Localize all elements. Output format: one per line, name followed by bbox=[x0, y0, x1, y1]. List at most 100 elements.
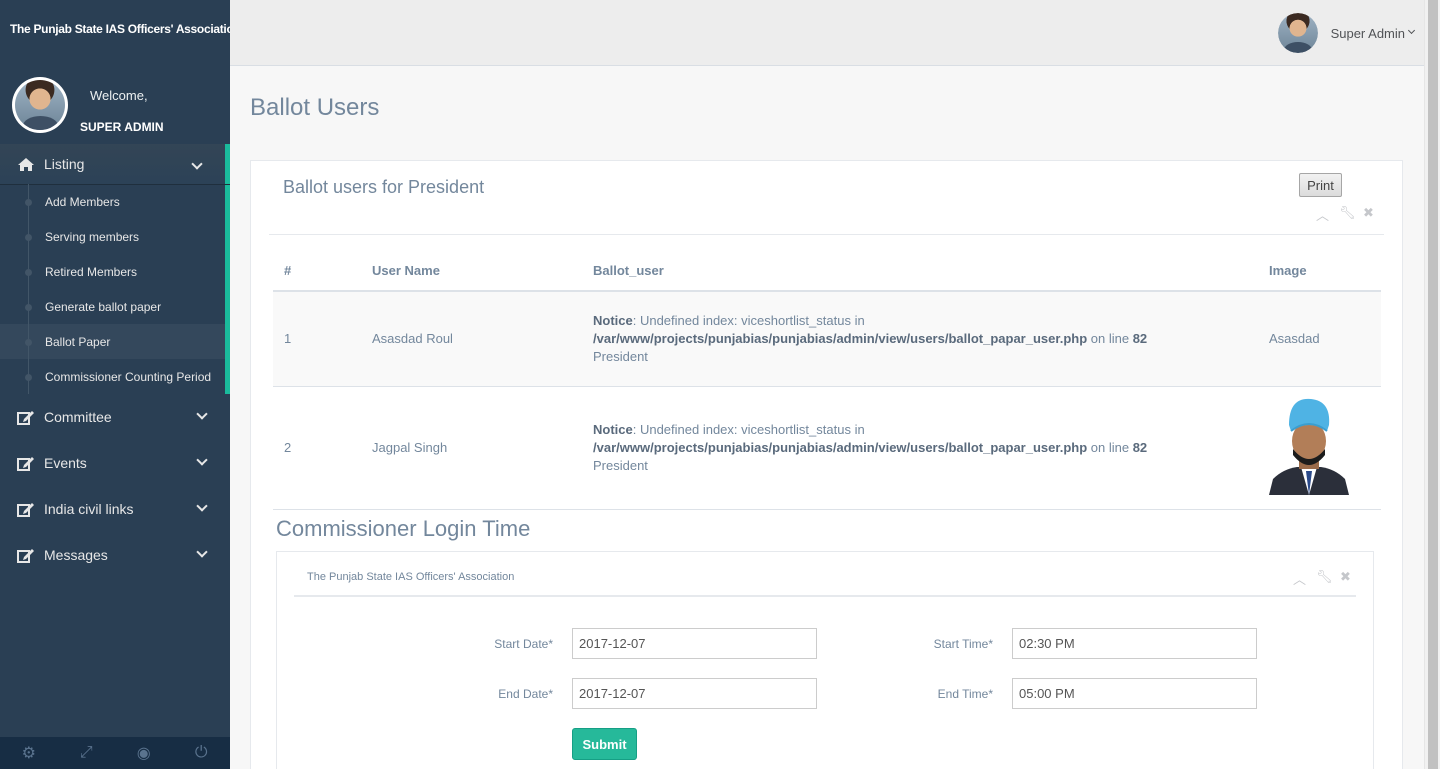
panel-tools: ︿ 🔧︎ ✖ bbox=[1316, 205, 1375, 224]
menu-india-civil-links[interactable]: India civil links bbox=[0, 486, 230, 532]
menu-events[interactable]: Events bbox=[0, 440, 230, 486]
column-header: # bbox=[273, 251, 361, 292]
image-cell: Asasdad bbox=[1258, 291, 1381, 387]
notice-text: : Undefined index: viceshortlist_status … bbox=[632, 421, 865, 437]
settings-icon[interactable]: ⚙ bbox=[0, 737, 58, 769]
panel-tools: ︿ 🔧︎ ✖ bbox=[1293, 569, 1352, 588]
menu-messages[interactable]: Messages bbox=[0, 532, 230, 578]
top-nav: Super Admin bbox=[230, 0, 1424, 66]
menu-listing[interactable]: Listing bbox=[0, 144, 230, 184]
fullscreen-icon[interactable]: ⤢ bbox=[58, 737, 116, 769]
wrench-icon[interactable]: 🔧︎ bbox=[1339, 205, 1356, 224]
admin-name: SUPER ADMIN bbox=[80, 120, 164, 134]
avatar bbox=[1277, 13, 1318, 53]
chevron-down-icon bbox=[1407, 26, 1416, 34]
scrollbar[interactable] bbox=[1424, 0, 1440, 769]
notice-label: Notice bbox=[593, 312, 633, 328]
menu-label: Committee bbox=[44, 409, 112, 425]
end-time-label: End Time* bbox=[937, 687, 993, 701]
chevron-down-icon bbox=[196, 454, 208, 466]
sidebar-footer: ⚙ ⤢ ◉ ⏻ bbox=[0, 737, 230, 769]
sidebar-item-add-members[interactable]: Add Members bbox=[0, 184, 225, 219]
user-name-cell: Asasdad Roul bbox=[361, 291, 582, 387]
sidebar-item-ballot-paper[interactable]: Ballot Paper bbox=[0, 324, 225, 359]
table-row: 1 Asasdad Roul Notice: Undefined index: … bbox=[273, 291, 1381, 387]
role-text: President bbox=[593, 348, 648, 364]
chevron-down-icon bbox=[196, 546, 208, 558]
menu-section-messages: Messages bbox=[0, 532, 230, 578]
sidebar: The Punjab State IAS Officers' Associati… bbox=[0, 0, 230, 769]
menu-label: Events bbox=[44, 455, 87, 471]
row-number: 1 bbox=[273, 291, 361, 387]
chevron-down-icon bbox=[191, 158, 203, 170]
menu-label: Listing bbox=[44, 156, 85, 172]
end-time-input[interactable] bbox=[1012, 678, 1257, 709]
chevron-down-icon bbox=[196, 408, 208, 420]
image-cell bbox=[1258, 386, 1381, 510]
edit-icon bbox=[16, 547, 36, 563]
lock-icon[interactable]: ◉ bbox=[115, 737, 173, 769]
home-icon bbox=[16, 156, 36, 172]
close-icon[interactable]: ✖ bbox=[1339, 569, 1352, 588]
sidebar-item-serving-members[interactable]: Serving members bbox=[0, 219, 225, 254]
edit-icon bbox=[16, 455, 36, 471]
menu-label: India civil links bbox=[44, 501, 134, 517]
print-button[interactable]: Print bbox=[1299, 173, 1342, 197]
collapse-icon[interactable]: ︿ bbox=[1316, 205, 1329, 224]
notice-label: Notice bbox=[593, 421, 633, 437]
user-name-cell: Jagpal Singh bbox=[361, 386, 582, 510]
commissioner-login-time-title: Commissioner Login Time bbox=[276, 516, 531, 541]
divider bbox=[294, 595, 1356, 597]
ballot-users-table: # User Name Ballot_user Image 1 Asasdad … bbox=[273, 251, 1381, 510]
chevron-down-icon bbox=[196, 500, 208, 512]
table-row: 2 Jagpal Singh Notice: Undefined index: … bbox=[273, 386, 1381, 510]
site-title[interactable]: The Punjab State IAS Officers' Associati… bbox=[0, 0, 230, 58]
column-header: Image bbox=[1258, 251, 1381, 292]
scrollbar-thumb[interactable] bbox=[1428, 0, 1438, 769]
notice-path: /var/www/projects/punjabias/punjabias/ad… bbox=[593, 330, 1088, 346]
user-menu[interactable]: Super Admin bbox=[1277, 13, 1416, 53]
menu-section-committee: Committee bbox=[0, 394, 230, 440]
edit-icon bbox=[16, 501, 36, 517]
panel-title: Ballot users for President bbox=[283, 177, 485, 197]
divider bbox=[269, 234, 1384, 235]
close-icon[interactable]: ✖ bbox=[1362, 205, 1375, 224]
sidebar-item-generate-ballot-paper[interactable]: Generate ballot paper bbox=[0, 289, 225, 324]
notice-path: /var/www/projects/punjabias/punjabias/ad… bbox=[593, 439, 1088, 455]
page-title: Ballot Users bbox=[250, 94, 380, 121]
avatar bbox=[12, 77, 68, 133]
notice-on-line: on line bbox=[1087, 439, 1133, 455]
role-text: President bbox=[593, 457, 648, 473]
user-photo bbox=[1269, 398, 1349, 495]
column-header: Ballot_user bbox=[582, 251, 1258, 292]
wrench-icon[interactable]: 🔧︎ bbox=[1316, 569, 1333, 588]
profile: Welcome, SUPER ADMIN bbox=[0, 58, 230, 144]
user-name: Super Admin bbox=[1330, 25, 1405, 41]
commissioner-login-panel: The Punjab State IAS Officers' Associati… bbox=[276, 551, 1374, 769]
power-icon[interactable]: ⏻ bbox=[173, 737, 231, 769]
notice-text: : Undefined index: viceshortlist_status … bbox=[632, 312, 865, 328]
listing-submenu: Add Members Serving members Retired Memb… bbox=[0, 184, 230, 394]
submit-button[interactable]: Submit bbox=[572, 728, 637, 760]
end-date-input[interactable] bbox=[572, 678, 817, 709]
menu-committee[interactable]: Committee bbox=[0, 394, 230, 440]
sidebar-item-commissioner-counting-period[interactable]: Commissioner Counting Period bbox=[0, 359, 225, 394]
notice-line-number: 82 bbox=[1132, 439, 1148, 455]
menu-label: Messages bbox=[44, 547, 108, 563]
sidebar-item-retired-members[interactable]: Retired Members bbox=[0, 254, 225, 289]
start-date-input[interactable] bbox=[572, 628, 817, 659]
menu-section-india-civil-links: India civil links bbox=[0, 486, 230, 532]
edit-icon bbox=[16, 409, 36, 425]
ballot-user-cell: Notice: Undefined index: viceshortlist_s… bbox=[582, 386, 1258, 510]
start-date-label: Start Date* bbox=[494, 637, 553, 651]
notice-line-number: 82 bbox=[1132, 330, 1148, 346]
start-time-label: Start Time* bbox=[933, 637, 993, 651]
start-time-input[interactable] bbox=[1012, 628, 1257, 659]
panel-title: The Punjab State IAS Officers' Associati… bbox=[307, 571, 515, 583]
collapse-icon[interactable]: ︿ bbox=[1293, 569, 1306, 588]
side-menu: Listing Add Members Serving members Reti… bbox=[0, 144, 230, 578]
welcome-text: Welcome, bbox=[90, 88, 148, 103]
end-date-label: End Date* bbox=[498, 687, 553, 701]
column-header: User Name bbox=[361, 251, 582, 292]
menu-section-events: Events bbox=[0, 440, 230, 486]
